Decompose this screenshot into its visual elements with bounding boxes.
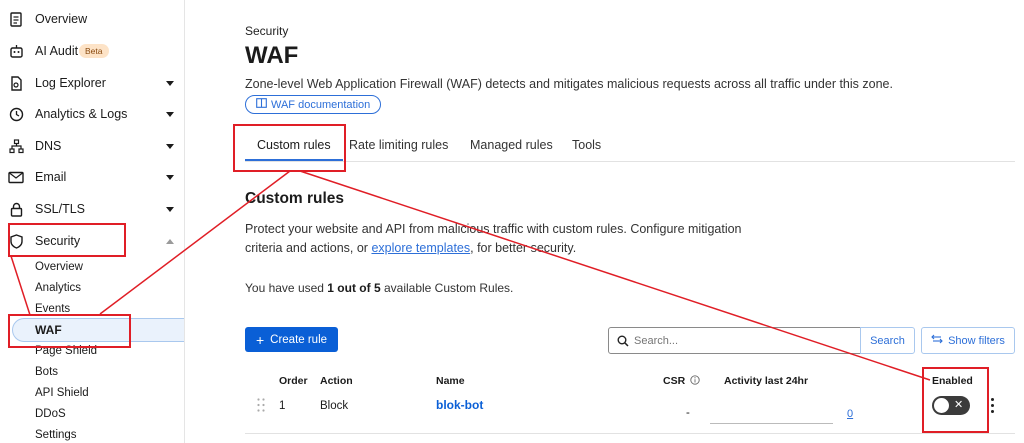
sidebar-item-ai-audit[interactable]: AI Audit Beta — [0, 37, 184, 65]
annotation-box-enabled-toggle — [922, 367, 989, 433]
plus-icon: + — [255, 331, 265, 348]
sidebar-item-label: Analytics & Logs — [35, 107, 128, 121]
chevron-down-icon — [166, 174, 174, 180]
tab-tools[interactable]: Tools — [572, 138, 601, 152]
network-icon — [8, 138, 24, 154]
sidebar-subitem-analytics[interactable]: Analytics — [35, 282, 81, 294]
usage-post: available Custom Rules. — [380, 281, 514, 295]
book-icon — [256, 98, 267, 111]
usage-text: You have used 1 out of 5 available Custo… — [245, 281, 513, 295]
section-title: Custom rules — [245, 190, 345, 207]
chevron-down-icon — [166, 143, 174, 149]
show-filters-label: Show filters — [948, 334, 1005, 347]
explore-templates-link[interactable]: explore templates — [371, 241, 470, 255]
rule-order: 1 — [279, 400, 286, 412]
column-header-csr: CSR — [663, 375, 700, 387]
rule-name-link[interactable]: blok-bot — [436, 398, 483, 412]
sidebar-item-email[interactable]: Email — [0, 163, 184, 191]
sidebar-item-ssl-tls[interactable]: SSL/TLS — [0, 195, 184, 223]
lock-icon — [8, 201, 24, 217]
document-icon — [8, 11, 24, 27]
sidebar-item-label: AI Audit — [35, 44, 79, 58]
page-title: WAF — [245, 42, 299, 69]
drag-handle-icon[interactable] — [257, 398, 265, 415]
section-description: Protect your website and API from malici… — [245, 220, 745, 258]
sidebar-item-dns[interactable]: DNS — [0, 132, 184, 160]
show-filters-button[interactable]: Show filters — [921, 327, 1015, 354]
column-header-order: Order — [279, 375, 308, 387]
sidebar: Overview AI Audit Beta Log Explorer Anal… — [0, 0, 185, 443]
column-header-action: Action — [320, 375, 353, 387]
rule-action: Block — [320, 400, 349, 412]
create-rule-button[interactable]: + Create rule — [245, 327, 338, 352]
breadcrumb: Security — [245, 24, 289, 38]
email-icon — [8, 169, 24, 185]
sidebar-subitem-overview[interactable]: Overview — [35, 261, 83, 273]
filter-swap-icon — [931, 334, 943, 347]
annotation-box-custom-rules-tab — [233, 124, 346, 172]
column-header-activity: Activity last 24hr — [724, 375, 809, 387]
row-divider — [245, 433, 1015, 434]
usage-count: 1 out of 5 — [327, 281, 381, 295]
rule-activity-count[interactable]: 0 — [847, 408, 853, 420]
tab-bar: Custom rules Rate limiting rules Managed… — [245, 132, 1015, 162]
activity-sparkline — [710, 423, 833, 424]
annotation-box-waf — [8, 314, 131, 348]
search-input[interactable] — [634, 334, 854, 347]
chevron-down-icon — [166, 206, 174, 212]
sidebar-item-label: Log Explorer — [35, 76, 106, 90]
column-header-csr-label: CSR — [663, 375, 686, 387]
sidebar-subitem-api-shield[interactable]: API Shield — [35, 387, 89, 399]
sidebar-item-label: Email — [35, 170, 67, 184]
sidebar-subitem-ddos[interactable]: DDoS — [35, 408, 66, 420]
search-icon — [617, 335, 629, 347]
sidebar-item-label: DNS — [35, 139, 62, 153]
sidebar-item-label: SSL/TLS — [35, 202, 86, 216]
section-description-text-end: , for better security. — [470, 241, 577, 255]
create-rule-label: Create rule — [270, 333, 328, 346]
rule-csr: - — [686, 407, 690, 419]
sidebar-subitem-bots[interactable]: Bots — [35, 366, 58, 378]
annotation-box-security — [8, 223, 126, 257]
chevron-up-icon — [166, 238, 174, 244]
clock-icon — [8, 106, 24, 122]
sidebar-item-analytics-logs[interactable]: Analytics & Logs — [0, 100, 184, 128]
page-description: Zone-level Web Application Firewall (WAF… — [245, 77, 893, 91]
more-options-icon[interactable] — [990, 398, 996, 414]
sidebar-item-label: Overview — [35, 12, 88, 26]
tab-managed-rules[interactable]: Managed rules — [470, 138, 553, 152]
chevron-down-icon — [166, 111, 174, 117]
waf-documentation-label: WAF documentation — [271, 98, 371, 111]
usage-pre: You have used — [245, 281, 328, 295]
chevron-down-icon — [166, 80, 174, 86]
beta-badge: Beta — [79, 44, 109, 58]
info-icon — [690, 375, 700, 385]
search-button[interactable]: Search — [860, 327, 915, 354]
column-header-name: Name — [436, 375, 465, 387]
sidebar-subitem-settings[interactable]: Settings — [35, 429, 77, 441]
waf-documentation-button[interactable]: WAF documentation — [245, 95, 382, 114]
sidebar-item-overview[interactable]: Overview — [0, 5, 184, 33]
robot-icon — [8, 43, 24, 59]
tab-rate-limiting-rules[interactable]: Rate limiting rules — [349, 138, 448, 152]
log-icon — [8, 75, 24, 91]
search-field[interactable] — [608, 327, 861, 354]
sidebar-item-log-explorer[interactable]: Log Explorer — [0, 69, 184, 97]
